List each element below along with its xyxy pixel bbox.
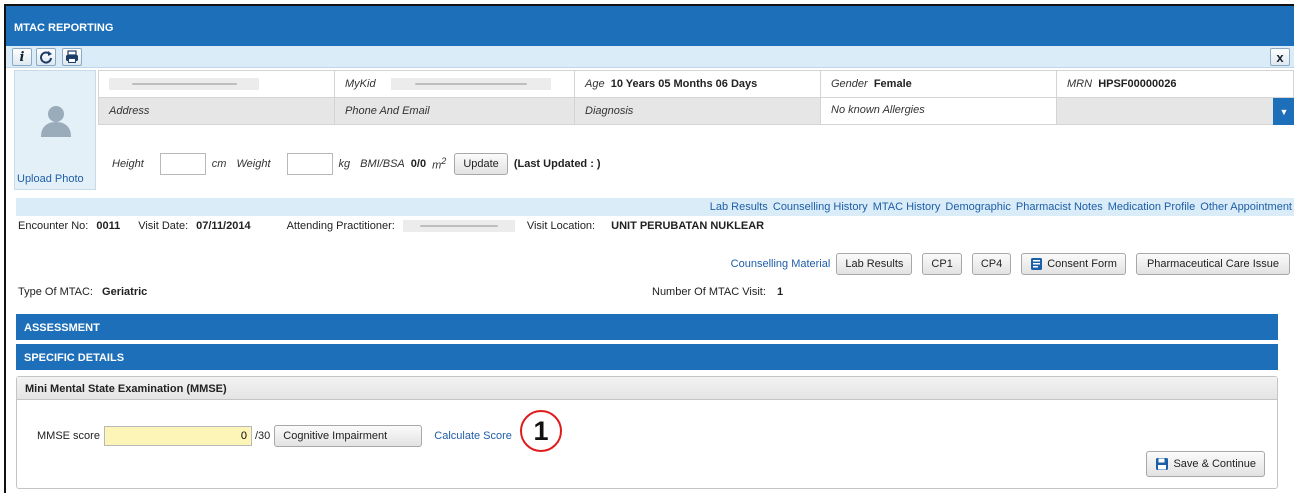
mmse-score-input[interactable] <box>103 426 252 446</box>
annotation-callout-1: 1 <box>520 410 562 452</box>
height-input[interactable] <box>159 153 206 175</box>
weight-input[interactable] <box>286 153 333 175</box>
toolbar: i x <box>6 46 1294 68</box>
consent-form-label: Consent Form <box>1047 258 1117 270</box>
mtac-type-label: Type Of MTAC: <box>18 286 93 298</box>
cognitive-impairment-button[interactable]: Cognitive Impairment <box>274 425 423 447</box>
patient-info-table: MyKid Age 10 Years 05 Months 06 Days Gen… <box>98 70 1294 157</box>
mmse-score-row: MMSE score /30 Cognitive Impairment Calc… <box>37 425 512 447</box>
document-icon <box>1031 258 1043 270</box>
print-icon <box>66 50 78 63</box>
redacted-name <box>109 78 259 91</box>
mtac-type: Type Of MTAC: Geriatric <box>18 286 147 298</box>
encounter-row: Encounter No: 0011 Visit Date: 07/11/201… <box>18 220 764 232</box>
link-mtac-history[interactable]: MTAC History <box>873 201 941 213</box>
window-title: MTAC REPORTING <box>6 6 1294 46</box>
consent-form-button[interactable]: Consent Form <box>1021 253 1126 275</box>
visit-location-value: UNIT PERUBATAN NUKLEAR <box>611 220 765 232</box>
link-pharmacist-notes[interactable]: Pharmacist Notes <box>1016 201 1103 213</box>
mrn-label: MRN <box>1067 78 1093 90</box>
gender-value: Female <box>873 78 912 90</box>
height-label: Height <box>112 158 144 170</box>
visit-location-label: Visit Location: <box>526 220 596 232</box>
update-button[interactable]: Update <box>454 153 508 175</box>
mykid-label: MyKid <box>345 77 376 90</box>
height-unit: cm <box>211 158 227 170</box>
calculate-score-link[interactable]: Calculate Score <box>434 430 512 442</box>
mtac-visit-count: Number Of MTAC Visit: 1 <box>652 286 783 298</box>
counselling-material-link[interactable]: Counselling Material <box>731 258 831 270</box>
mmse-score-label: MMSE score <box>37 430 100 442</box>
weight-unit: kg <box>338 158 351 170</box>
save-continue-button[interactable]: Save & Continue <box>1146 451 1265 477</box>
pharmaceutical-care-issue-button[interactable]: Pharmaceutical Care Issue <box>1135 253 1290 275</box>
chevron-down-icon: ▼ <box>1279 106 1289 117</box>
lab-results-button[interactable]: Lab Results <box>836 253 913 275</box>
link-other-appointment[interactable]: Other Appointment <box>1200 201 1292 213</box>
mtac-type-value: Geriatric <box>102 286 148 298</box>
mtac-window: MTAC REPORTING i x Upload Photo MyKid Ag… <box>4 4 1294 493</box>
age-value: 10 Years 05 Months 06 Days <box>610 78 758 90</box>
refresh-button[interactable] <box>36 48 56 66</box>
mrn-value: HPSF00000026 <box>1098 78 1177 90</box>
mtac-visit-label: Number Of MTAC Visit: <box>652 286 766 298</box>
phone-email-label: Phone And Email <box>345 105 430 117</box>
quick-links-bar: Lab Results Counselling History MTAC His… <box>16 198 1294 216</box>
bmi-unit: m2 <box>432 156 447 172</box>
close-icon: x <box>1276 49 1284 65</box>
info-button[interactable]: i <box>12 48 32 66</box>
mmse-panel: Mini Mental State Examination (MMSE) MMS… <box>16 376 1278 489</box>
visit-date-label: Visit Date: <box>138 220 189 232</box>
save-continue-label: Save & Continue <box>1173 458 1256 470</box>
redacted-practitioner <box>402 220 515 232</box>
refresh-icon <box>40 51 52 64</box>
encounter-no-value: 0011 <box>96 220 121 232</box>
link-lab-results[interactable]: Lab Results <box>710 201 768 213</box>
gender-label: Gender <box>831 78 868 90</box>
expand-dropdown-button[interactable]: ▼ <box>1273 98 1294 125</box>
avatar-icon <box>41 106 71 137</box>
weight-label: Weight <box>236 158 271 170</box>
diagnosis-label: Diagnosis <box>585 105 634 117</box>
print-button[interactable] <box>62 48 82 66</box>
mtac-visit-value: 1 <box>776 286 784 298</box>
bmi-value: 0/0 <box>410 158 427 170</box>
cp4-button[interactable]: CP4 <box>971 253 1012 275</box>
assessment-section-header[interactable]: ASSESSMENT <box>16 314 1278 340</box>
last-updated-text: (Last Updated : ) <box>513 158 601 170</box>
allergies-text: No known Allergies <box>831 104 925 116</box>
measurements-row: Height cm Weight kg BMI/BSA 0/0 m2 Updat… <box>112 153 601 175</box>
redacted-mykid <box>390 78 551 91</box>
upload-photo-link[interactable]: Upload Photo <box>17 173 84 185</box>
link-counselling-history[interactable]: Counselling History <box>773 201 868 213</box>
close-button[interactable]: x <box>1270 48 1290 66</box>
address-label: Address <box>109 105 150 117</box>
info-icon: i <box>19 49 25 65</box>
visit-date-value: 07/11/2014 <box>196 220 251 232</box>
cp1-button[interactable]: CP1 <box>922 253 962 275</box>
mmse-panel-title: Mini Mental State Examination (MMSE) <box>17 377 1277 400</box>
patient-photo-box: Upload Photo <box>14 70 96 190</box>
save-icon <box>1156 458 1169 470</box>
specific-details-section-header[interactable]: SPECIFIC DETAILS <box>16 344 1278 370</box>
bmi-label: BMI/BSA <box>360 158 405 170</box>
mmse-score-max: /30 <box>254 430 271 442</box>
encounter-no-label: Encounter No: <box>18 220 89 232</box>
age-label: Age <box>585 78 605 90</box>
practitioner-label: Attending Practitioner: <box>286 220 395 232</box>
link-medication-profile[interactable]: Medication Profile <box>1108 201 1195 213</box>
action-buttons: Counselling Material Lab Results CP1 CP4… <box>731 253 1290 275</box>
link-demographic[interactable]: Demographic <box>945 201 1010 213</box>
